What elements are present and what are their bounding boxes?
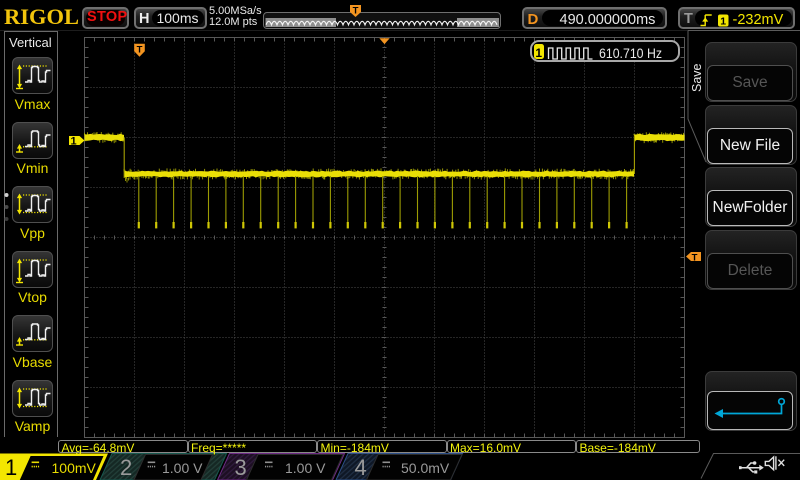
svg-text:1: 1 <box>720 15 726 27</box>
svg-text:T: T <box>692 252 698 263</box>
svg-text:1: 1 <box>71 135 77 147</box>
